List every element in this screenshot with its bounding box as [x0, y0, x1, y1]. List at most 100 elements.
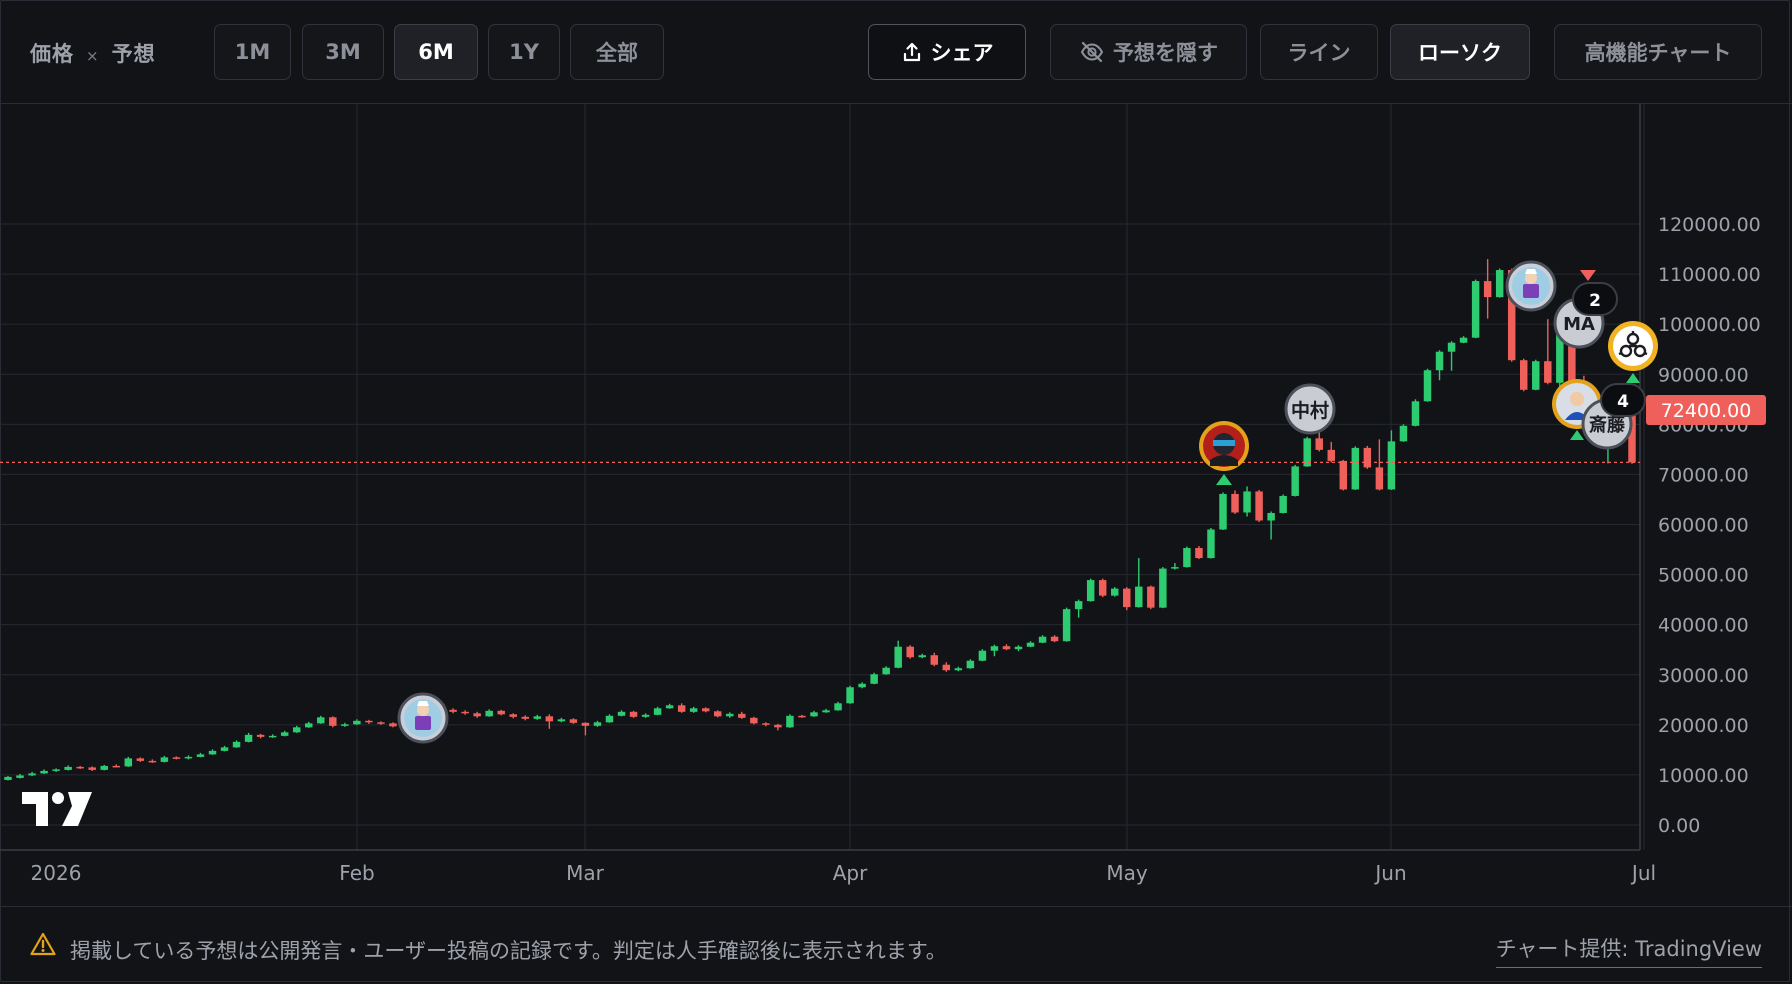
x-tick-label: Jun: [1373, 861, 1406, 885]
candle-body: [1062, 609, 1071, 642]
candle: [810, 710, 818, 717]
candle: [533, 714, 542, 720]
candlestick-chart-button[interactable]: ローソク: [1390, 24, 1530, 80]
candle: [220, 745, 229, 752]
candle-body: [653, 708, 662, 715]
share-label: シェア: [930, 41, 994, 65]
chart-title: 価格 × 予想: [30, 38, 156, 68]
hide-forecast-button[interactable]: 予想を隠す: [1050, 24, 1247, 80]
candle-body: [858, 683, 866, 688]
disclaimer-text: 掲載している予想は公開発言・ユーザー投稿の記録です。判定は人手確認後に表示されま…: [70, 939, 947, 963]
candle-body: [172, 757, 181, 759]
candle: [1423, 368, 1432, 402]
candle-body: [918, 655, 926, 658]
candle: [449, 708, 457, 714]
candle-body: [1014, 646, 1023, 650]
line-chart-button[interactable]: ライン: [1260, 24, 1378, 80]
candle: [1279, 494, 1287, 514]
candle: [1459, 336, 1468, 344]
candle: [112, 764, 120, 768]
candle-body: [473, 713, 481, 717]
candle-body: [1050, 636, 1059, 642]
share-button[interactable]: シェア: [868, 24, 1026, 80]
candle: [617, 710, 626, 717]
candle-body: [1231, 493, 1239, 513]
candle-body: [1183, 548, 1191, 568]
candle: [1435, 350, 1444, 381]
advanced-chart-button[interactable]: 高機能チャート: [1554, 24, 1762, 80]
range-button-3m[interactable]: 3M: [302, 24, 384, 80]
candle: [317, 715, 325, 724]
candle-body: [1399, 425, 1408, 442]
candle: [1086, 578, 1095, 602]
candle-body: [497, 710, 505, 715]
candle: [329, 716, 337, 728]
candle: [365, 719, 373, 724]
candle: [268, 734, 277, 738]
candle: [641, 713, 650, 718]
candle-body: [76, 766, 84, 769]
forecast-marker-nakamura[interactable]: 中村: [1284, 383, 1336, 435]
range-button-1y[interactable]: 1Y: [488, 24, 560, 80]
forecast-marker-jul-gear[interactable]: [1608, 321, 1658, 371]
range-button-6m[interactable]: 6M: [394, 24, 478, 80]
chart-footer: 掲載している予想は公開発言・ユーザー投稿の記録です。判定は人手確認後に表示されま…: [0, 906, 1792, 982]
candle-body: [1363, 447, 1372, 468]
chart-toolbar: 価格 × 予想 1M 3M 6M 1Y 全部 シェア 予想を隠す ライン ローソク …: [0, 0, 1792, 104]
candle: [256, 733, 265, 739]
candle-body: [112, 765, 120, 768]
candle: [124, 756, 133, 767]
candle-body: [798, 715, 806, 718]
tradingview-logo: [22, 792, 92, 826]
candlestick-chart[interactable]: 120000.00110000.00100000.0090000.0080000…: [0, 104, 1792, 904]
candle: [762, 722, 770, 727]
forecast-marker-jun-avatar[interactable]: [1505, 260, 1557, 312]
candle: [485, 709, 493, 717]
y-tick-label: 60000.00: [1658, 515, 1749, 537]
y-tick-label: 40000.00: [1658, 615, 1749, 637]
candle: [834, 701, 842, 711]
share-icon: [901, 41, 923, 63]
candle: [593, 720, 602, 727]
candle: [1387, 430, 1396, 490]
forecast-marker-may-avatar[interactable]: [1199, 421, 1249, 471]
y-tick-label: 110000.00: [1658, 264, 1761, 286]
candle-body: [677, 705, 686, 712]
candle: [1147, 585, 1155, 610]
candle-body: [1375, 467, 1384, 490]
candle: [1520, 358, 1528, 392]
candle: [4, 775, 12, 781]
candle-body: [184, 756, 193, 759]
candle-body: [389, 723, 397, 727]
candle: [521, 715, 530, 721]
candle: [1098, 578, 1107, 598]
tradingview-credit-link[interactable]: チャート提供: TradingView: [1495, 933, 1762, 968]
candle: [160, 755, 169, 763]
candle-body: [954, 668, 963, 671]
candle-body: [834, 703, 842, 711]
candle-body: [1447, 342, 1456, 352]
forecast-marker-feb[interactable]: [397, 692, 449, 744]
candle-body: [1532, 361, 1540, 390]
x-tick-label: Feb: [339, 861, 374, 885]
candle: [966, 659, 975, 669]
candle-body: [714, 711, 722, 717]
forecast-down-arrow: [1580, 270, 1596, 281]
candle-body: [232, 741, 241, 748]
candle-body: [208, 750, 217, 755]
candle-body: [629, 711, 638, 717]
candle-body: [1255, 491, 1263, 521]
price-chart-area[interactable]: 120000.00 110000.00 100000.00 90000.00 80000…: [0, 104, 1792, 904]
axes: 120000.00110000.00100000.0090000.0080000…: [0, 104, 1761, 885]
candle-body: [377, 722, 385, 724]
range-button-1m[interactable]: 1M: [214, 24, 291, 80]
candle: [786, 714, 794, 728]
candle-body: [1086, 580, 1095, 602]
candle: [990, 644, 999, 657]
range-button-all[interactable]: 全部: [570, 24, 664, 80]
candle: [1110, 587, 1119, 597]
candle: [894, 640, 902, 669]
candle-body: [557, 719, 566, 722]
candle-body: [1267, 512, 1275, 521]
candle: [1207, 528, 1215, 559]
